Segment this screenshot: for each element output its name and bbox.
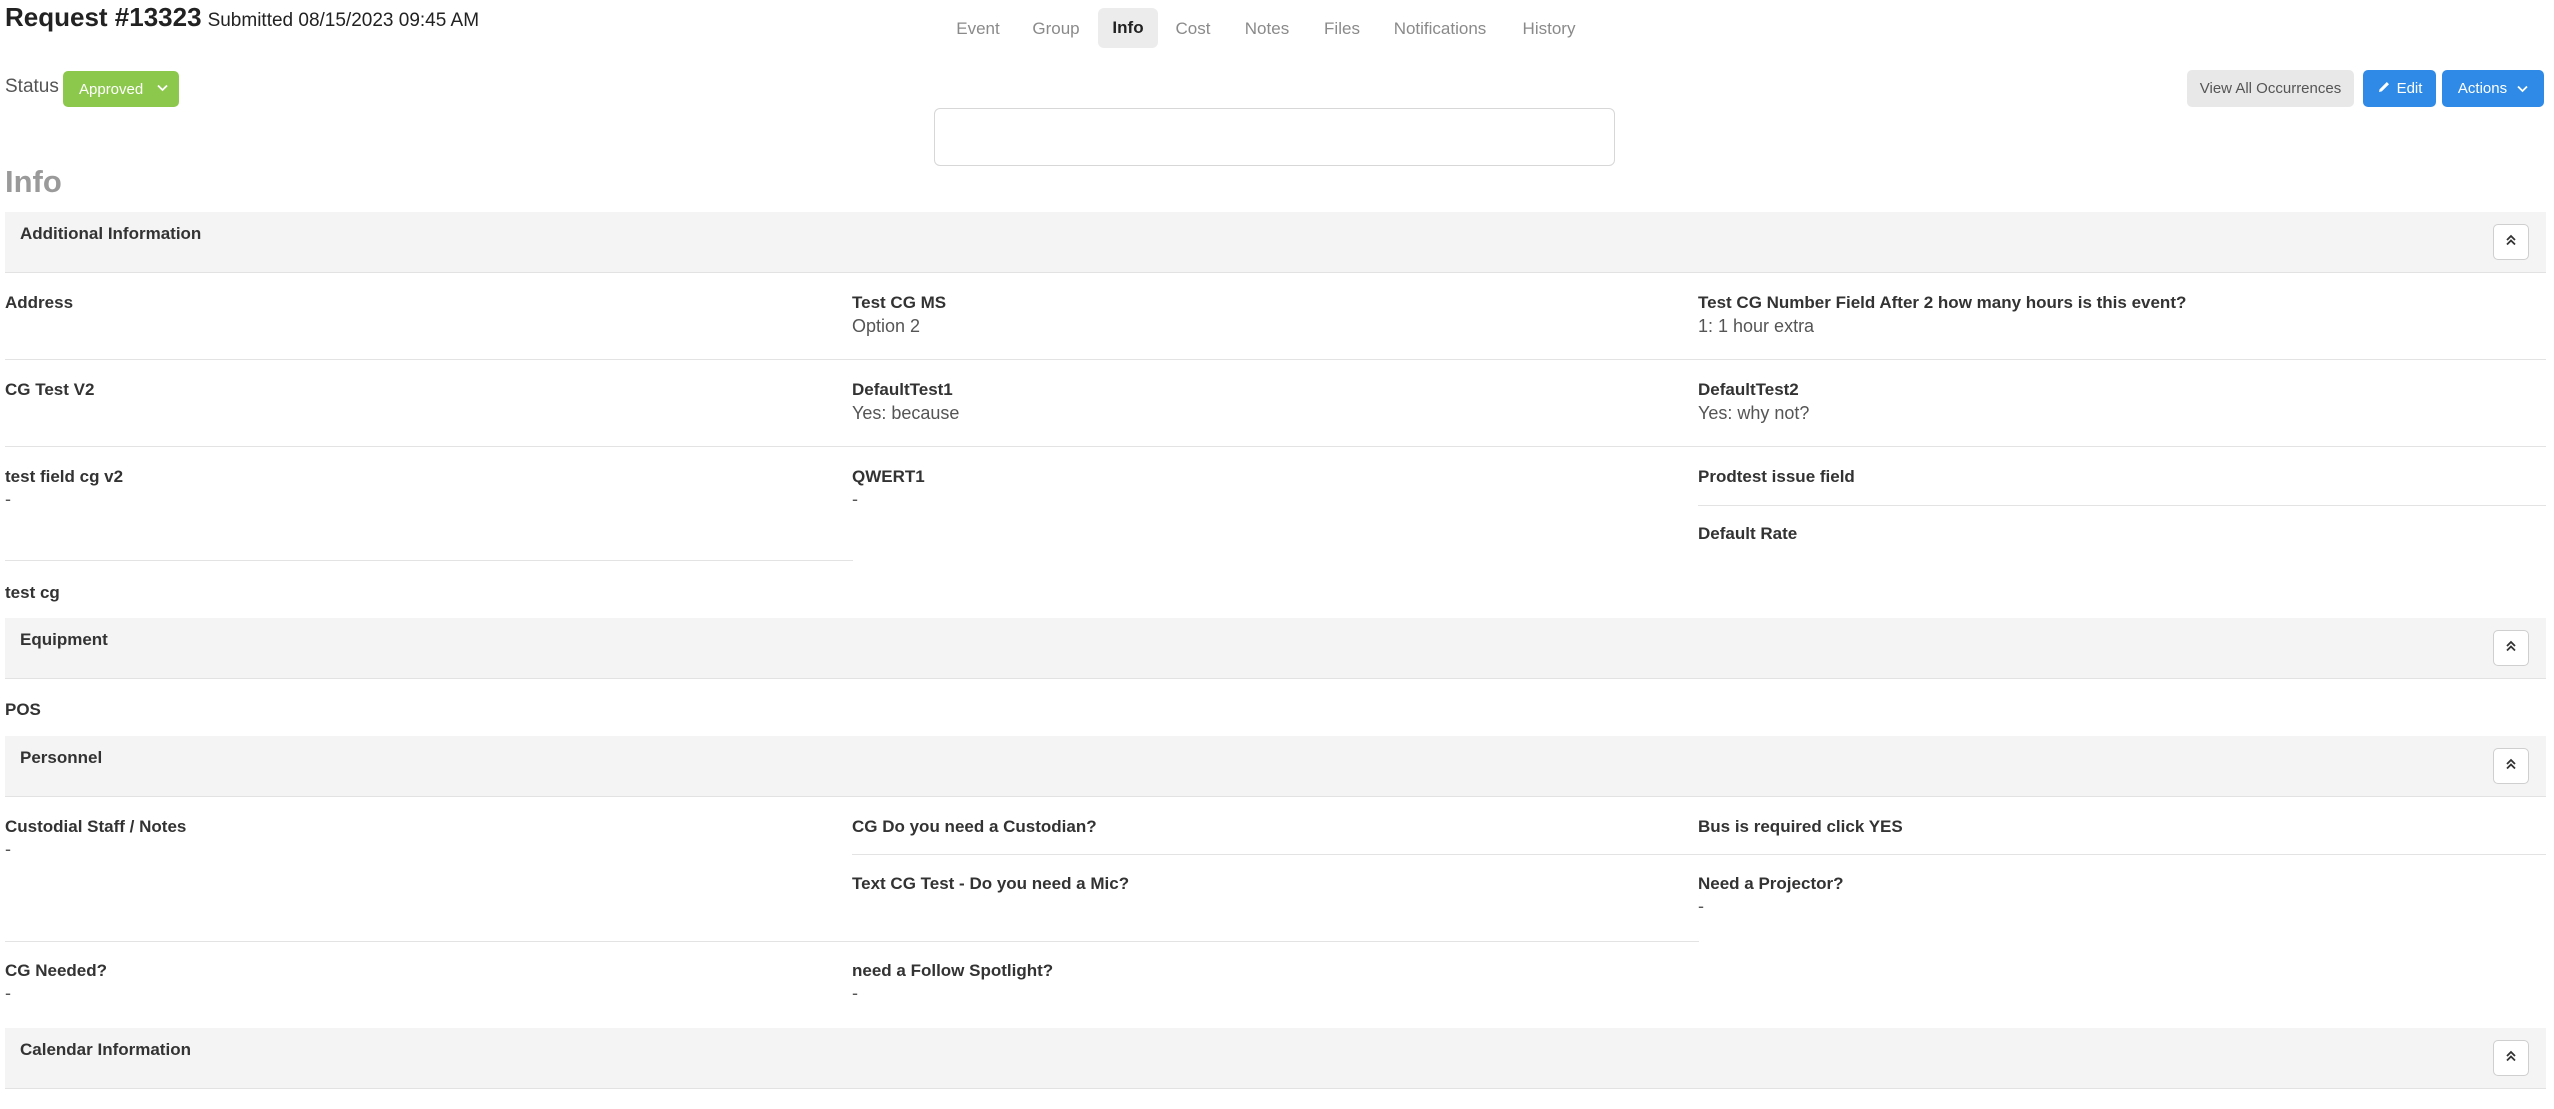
row-divider bbox=[1698, 505, 2546, 506]
field-label-custodial-staff: Custodial Staff / Notes bbox=[5, 817, 187, 836]
field-label-cg-test-v2: CG Test V2 bbox=[5, 380, 95, 399]
chevrons-up-icon bbox=[2504, 1049, 2518, 1068]
chevrons-up-icon bbox=[2504, 233, 2518, 252]
field-value-test-cg-number: 1: 1 hour extra bbox=[1698, 316, 1815, 336]
section-heading: Info bbox=[5, 164, 62, 199]
field-value-qwert1: - bbox=[852, 489, 858, 509]
status-dropdown[interactable]: Approved bbox=[63, 71, 179, 107]
row-divider bbox=[5, 359, 2546, 360]
field-value-default-test1: Yes: because bbox=[852, 403, 960, 423]
tab-group[interactable]: Group bbox=[1023, 16, 1089, 42]
row-divider bbox=[852, 854, 2546, 855]
collapse-button[interactable] bbox=[2493, 630, 2529, 666]
field-label-default-test2: DefaultTest2 bbox=[1698, 380, 1799, 399]
tab-cost[interactable]: Cost bbox=[1168, 16, 1218, 42]
tab-event[interactable]: Event bbox=[947, 16, 1009, 42]
field-value-test-field-cg-v2: - bbox=[5, 489, 11, 509]
row-divider bbox=[5, 560, 853, 561]
field-label-test-field-cg-v2: test field cg v2 bbox=[5, 467, 124, 486]
tab-files[interactable]: Files bbox=[1314, 16, 1370, 42]
submitted-date: Submitted 08/15/2023 09:45 AM bbox=[207, 10, 480, 31]
field-value-default-test2: Yes: why not? bbox=[1698, 403, 1810, 423]
collapse-button[interactable] bbox=[2493, 1040, 2529, 1076]
field-label-text-cg-mic: Text CG Test - Do you need a Mic? bbox=[852, 874, 1130, 893]
field-label-bus-required: Bus is required click YES bbox=[1698, 817, 1903, 836]
field-label-default-rate: Default Rate bbox=[1698, 524, 1798, 543]
collapse-button[interactable] bbox=[2493, 748, 2529, 784]
section-header-equipment: Equipment bbox=[5, 618, 2546, 679]
tab-info[interactable]: Info bbox=[1098, 8, 1158, 48]
chevron-down-icon bbox=[2517, 82, 2528, 96]
field-label-follow-spotlight: need a Follow Spotlight? bbox=[852, 961, 1054, 980]
actions-label: Actions bbox=[2457, 80, 2508, 97]
collapse-button[interactable] bbox=[2493, 224, 2529, 260]
field-label-cg-custodian: CG Do you need a Custodian? bbox=[852, 817, 1097, 836]
request-number: Request #13323 bbox=[5, 2, 202, 32]
field-label-projector: Need a Projector? bbox=[1698, 874, 1844, 893]
section-title: Personnel bbox=[20, 748, 103, 767]
status-label: Status bbox=[5, 76, 59, 97]
tab-notes[interactable]: Notes bbox=[1236, 16, 1298, 42]
section-title: Calendar Information bbox=[20, 1040, 191, 1059]
section-header-calendar-information: Calendar Information bbox=[5, 1028, 2546, 1089]
field-value-cg-needed: - bbox=[5, 983, 11, 1003]
section-header-additional-information: Additional Information bbox=[5, 212, 2546, 273]
field-label-test-cg: test cg bbox=[5, 583, 60, 602]
field-value-follow-spotlight: - bbox=[852, 983, 858, 1003]
page-title: Request #13323 Submitted 08/15/2023 09:45… bbox=[5, 2, 479, 33]
field-label-qwert1: QWERT1 bbox=[852, 467, 925, 486]
field-label-default-test1: DefaultTest1 bbox=[852, 380, 953, 399]
chevrons-up-icon bbox=[2504, 757, 2518, 776]
tab-notifications[interactable]: Notifications bbox=[1384, 16, 1496, 42]
tab-bar bbox=[934, 108, 1615, 166]
chevron-down-icon bbox=[157, 83, 168, 95]
chevrons-up-icon bbox=[2504, 639, 2518, 658]
field-label-pos: POS bbox=[5, 700, 41, 719]
field-value-custodial-staff: - bbox=[5, 839, 11, 859]
row-divider bbox=[5, 446, 2546, 447]
edit-button[interactable]: Edit bbox=[2363, 70, 2436, 107]
field-value-projector: - bbox=[1698, 896, 1704, 916]
row-divider bbox=[5, 941, 1699, 942]
section-title: Additional Information bbox=[20, 224, 202, 243]
field-label-prodtest-issue: Prodtest issue field bbox=[1698, 467, 1855, 486]
pencil-icon bbox=[2377, 80, 2391, 98]
view-all-occurrences-button[interactable]: View All Occurrences bbox=[2187, 70, 2354, 107]
field-label-address: Address bbox=[5, 293, 74, 312]
section-header-personnel: Personnel bbox=[5, 736, 2546, 797]
field-label-test-cg-number: Test CG Number Field After 2 how many ho… bbox=[1698, 293, 2187, 312]
tab-history[interactable]: History bbox=[1513, 16, 1585, 42]
field-label-test-cg-ms: Test CG MS bbox=[852, 293, 947, 312]
field-label-cg-needed: CG Needed? bbox=[5, 961, 108, 980]
field-value-test-cg-ms: Option 2 bbox=[852, 316, 921, 336]
actions-dropdown-button[interactable]: Actions bbox=[2442, 70, 2544, 107]
status-value: Approved bbox=[79, 80, 144, 98]
edit-label: Edit bbox=[2396, 80, 2423, 97]
section-title: Equipment bbox=[20, 630, 108, 649]
